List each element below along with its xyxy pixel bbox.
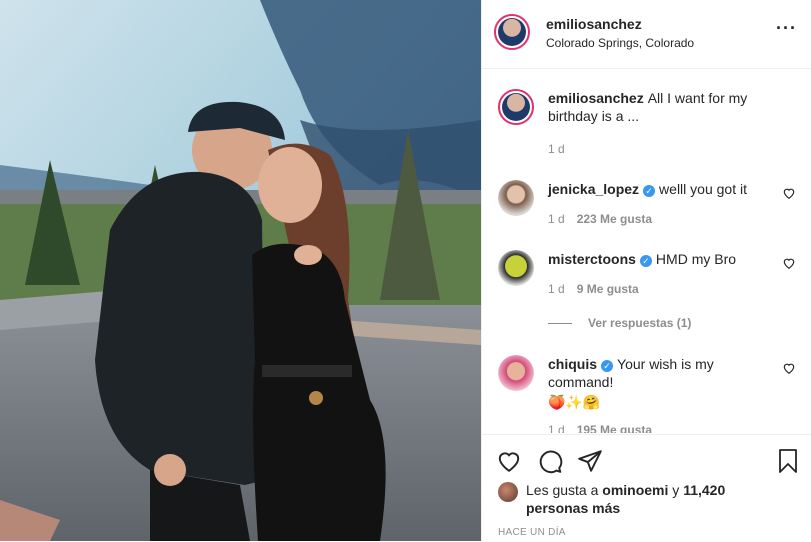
- comment-body: misterctoons ✓ HMD my Bro: [548, 250, 776, 268]
- liker-avatar[interactable]: [498, 482, 518, 502]
- heart-icon[interactable]: [782, 256, 796, 270]
- comment-time[interactable]: 1 d: [548, 212, 565, 226]
- comment-likes[interactable]: 223 Me gusta: [577, 212, 652, 226]
- comment-time[interactable]: 1 d: [548, 423, 565, 433]
- couple-photo: [0, 0, 481, 541]
- likes-text: Les gusta a ominoemi y 11,420 personas m…: [498, 481, 788, 517]
- commenter-avatar[interactable]: [498, 250, 534, 286]
- verified-badge-icon: ✓: [639, 255, 652, 267]
- comment-username[interactable]: chiquis: [548, 356, 597, 372]
- comment-time[interactable]: 1 d: [548, 282, 565, 296]
- comment-likes[interactable]: 9 Me gusta: [577, 282, 639, 296]
- caption-time[interactable]: 1 d: [548, 142, 565, 156]
- verified-badge-icon: ✓: [643, 185, 656, 197]
- caption-meta: 1 d: [548, 142, 565, 156]
- post-location[interactable]: Colorado Springs, Colorado: [546, 36, 694, 50]
- comment-likes[interactable]: 195 Me gusta: [577, 423, 652, 433]
- commenter-avatar[interactable]: [498, 355, 534, 391]
- post-actions: Les gusta a ominoemi y 11,420 personas m…: [482, 434, 811, 542]
- post-side-panel: emiliosanchez Colorado Springs, Colorado…: [481, 0, 811, 541]
- liker-username[interactable]: ominoemi: [602, 482, 668, 498]
- comment-text: welll you got it: [659, 181, 747, 197]
- view-replies-button[interactable]: Ver respuestas (1): [548, 316, 691, 330]
- post-photo[interactable]: [0, 0, 481, 541]
- comment-username[interactable]: misterctoons: [548, 251, 636, 267]
- heart-icon[interactable]: [782, 361, 796, 375]
- bookmark-icon[interactable]: [776, 448, 800, 474]
- comment-meta: 1 d 223 Me gusta: [548, 212, 652, 226]
- post-timestamp[interactable]: HACE UN DÍA: [498, 527, 566, 538]
- likes-prefix: Les gusta a: [526, 482, 599, 498]
- comment-icon[interactable]: [537, 448, 563, 474]
- comment-meta: 1 d 9 Me gusta: [548, 282, 639, 296]
- comment-username[interactable]: jenicka_lopez: [548, 181, 639, 197]
- comment-emoji: 🍑✨🤗: [548, 394, 601, 410]
- comment-body: jenicka_lopez ✓ welll you got it: [548, 180, 776, 198]
- author-username[interactable]: emiliosanchez: [546, 16, 642, 32]
- heart-icon[interactable]: [496, 448, 522, 474]
- verified-badge-icon: ✓: [601, 360, 614, 372]
- commenter-avatar[interactable]: [498, 180, 534, 216]
- share-icon[interactable]: [577, 448, 603, 474]
- caption-body: emiliosanchez All I want for my birthday …: [548, 89, 776, 125]
- author-avatar[interactable]: [498, 89, 534, 125]
- comment-body: chiquis ✓ Your wish is my command! 🍑✨🤗: [548, 355, 776, 411]
- author-avatar[interactable]: [494, 14, 530, 50]
- heart-icon[interactable]: [782, 186, 796, 200]
- more-options-icon[interactable]: ···: [776, 19, 797, 37]
- replies-divider: [548, 323, 572, 325]
- post-header: emiliosanchez Colorado Springs, Colorado…: [482, 0, 811, 69]
- likes-conjunction: y: [672, 482, 680, 498]
- caption-username[interactable]: emiliosanchez: [548, 90, 644, 106]
- view-replies-label: Ver respuestas (1): [588, 316, 692, 330]
- comment-text: HMD my Bro: [655, 251, 737, 267]
- comments-list[interactable]: emiliosanchez All I want for my birthday …: [482, 69, 811, 433]
- likes-summary: Les gusta a ominoemi y 11,420 personas m…: [498, 481, 788, 517]
- comment-meta: 1 d 195 Me gusta: [548, 423, 652, 433]
